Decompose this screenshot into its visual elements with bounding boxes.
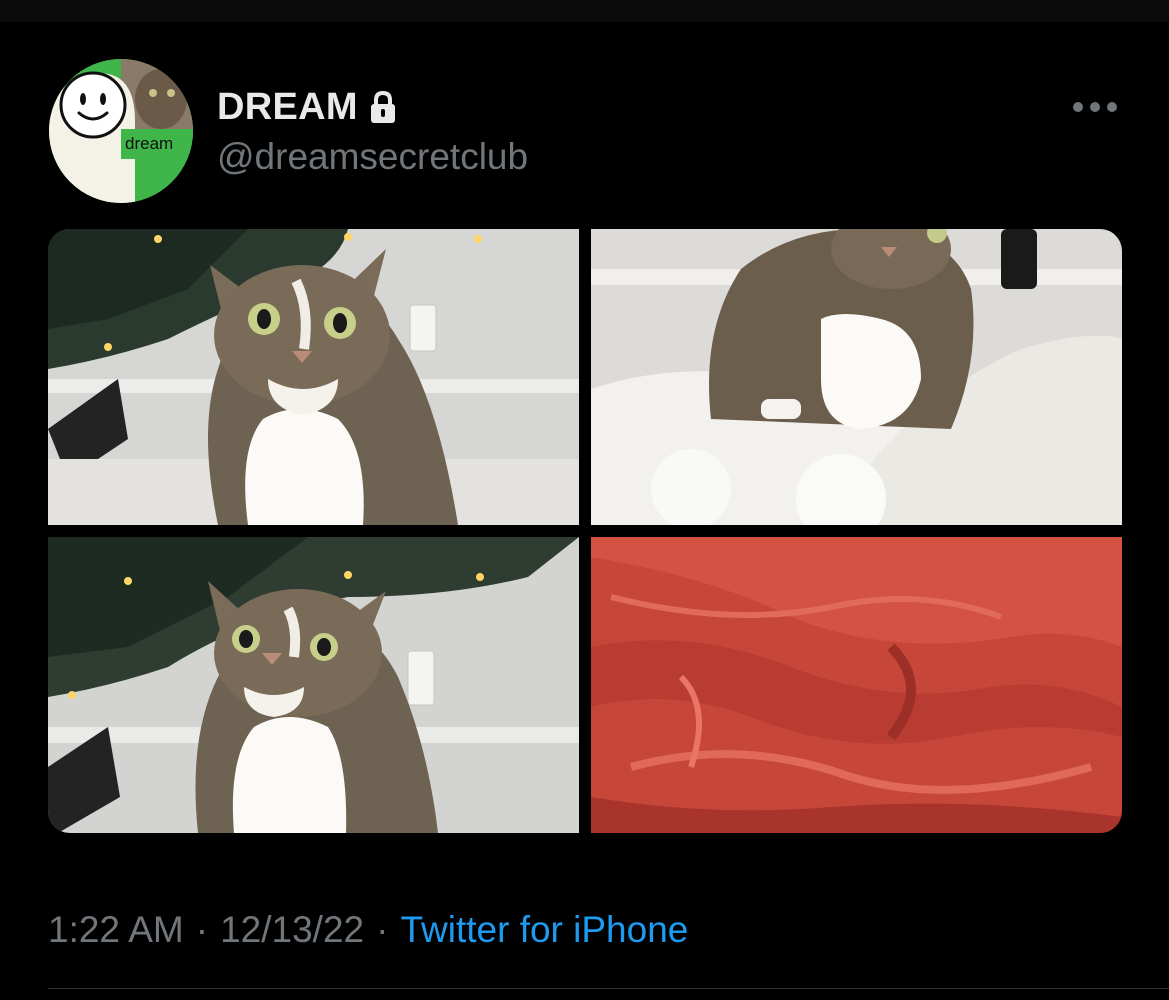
avatar-image: dream xyxy=(49,59,193,203)
status-bar-strip xyxy=(0,0,1169,22)
media-photo-2[interactable] xyxy=(591,229,1122,525)
meta-separator: · xyxy=(195,909,209,950)
media-photo-3[interactable] xyxy=(48,537,579,833)
more-horizontal-icon[interactable] xyxy=(1072,100,1118,114)
avatar-logo-text: dream xyxy=(125,134,173,153)
media-grid xyxy=(48,229,1122,833)
tweet-detail: dream DREAM @dreamsecretclub 1:22 AM · 1… xyxy=(0,22,1169,1000)
display-name[interactable]: DREAM xyxy=(217,86,358,129)
tweet-meta: 1:22 AM · 12/13/22 · Twitter for iPhone xyxy=(48,906,688,954)
lock-icon xyxy=(368,90,398,124)
tweet-time[interactable]: 1:22 AM xyxy=(48,909,184,951)
author-handle[interactable]: @dreamsecretclub xyxy=(217,136,528,178)
meta-separator: · xyxy=(376,909,389,950)
author-name-row[interactable]: DREAM xyxy=(217,84,398,130)
tweet-source-link[interactable]: Twitter for iPhone xyxy=(400,909,688,951)
media-photo-4[interactable] xyxy=(591,537,1122,833)
divider xyxy=(48,988,1169,989)
tweet-date[interactable]: 12/13/22 xyxy=(220,909,364,951)
avatar[interactable]: dream xyxy=(49,59,193,203)
media-photo-1[interactable] xyxy=(48,229,579,525)
